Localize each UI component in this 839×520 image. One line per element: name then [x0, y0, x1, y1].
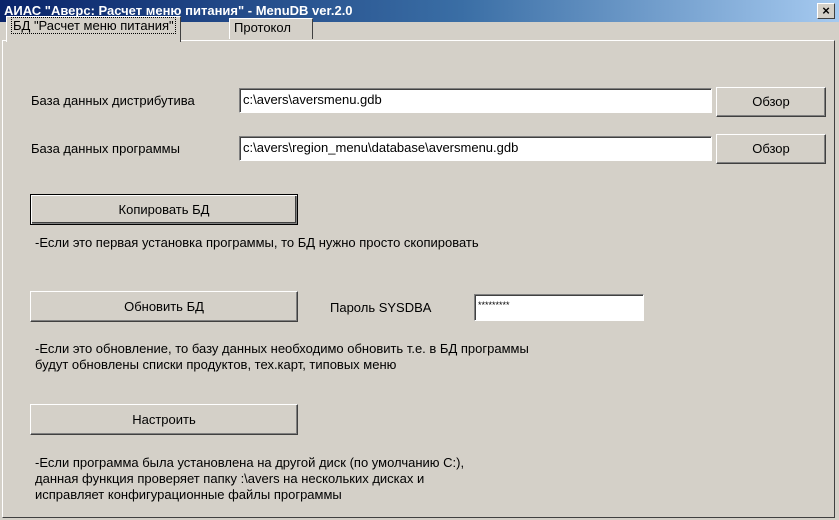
prog-db-label: База данных программы — [31, 141, 180, 156]
update-desc-line-1: -Если это обновление, то базу данных нео… — [35, 341, 529, 356]
tab-protocol-label: Протокол — [234, 20, 291, 35]
copy-db-description: -Если это первая установка программы, то… — [35, 235, 479, 250]
configure-desc-line-3: исправляет конфигурационные файлы програ… — [35, 487, 342, 502]
tab-database-label: БД "Расчет меню питания" — [11, 17, 176, 34]
tab-protocol[interactable]: Протокол — [229, 18, 313, 39]
configure-description: -Если программа была установлена на друг… — [35, 455, 464, 503]
password-field[interactable]: ********* — [474, 294, 644, 321]
update-db-description: -Если это обновление, то базу данных нео… — [35, 341, 529, 373]
browse-prog-button[interactable]: Обзор — [716, 134, 826, 164]
configure-desc-line-1: -Если программа была установлена на друг… — [35, 455, 465, 470]
tab-database[interactable]: БД "Расчет меню питания" — [6, 16, 181, 42]
dist-db-label: База данных дистрибутива — [31, 93, 195, 108]
dist-db-field[interactable]: c:\avers\aversmenu.gdb — [239, 88, 712, 113]
copy-db-button[interactable]: Копировать БД — [30, 194, 298, 225]
update-db-button[interactable]: Обновить БД — [30, 291, 298, 322]
prog-db-field[interactable]: c:\avers\region_menu\database\aversmenu.… — [239, 136, 712, 161]
configure-button[interactable]: Настроить — [30, 404, 298, 435]
browse-dist-button[interactable]: Обзор — [716, 87, 826, 117]
configure-desc-line-2: данная функция проверяет папку :\avers н… — [35, 471, 425, 486]
password-label: Пароль SYSDBA — [330, 300, 432, 315]
update-desc-line-2: будут обновлены списки продуктов, тех.ка… — [35, 357, 397, 372]
close-icon[interactable]: × — [817, 3, 835, 19]
